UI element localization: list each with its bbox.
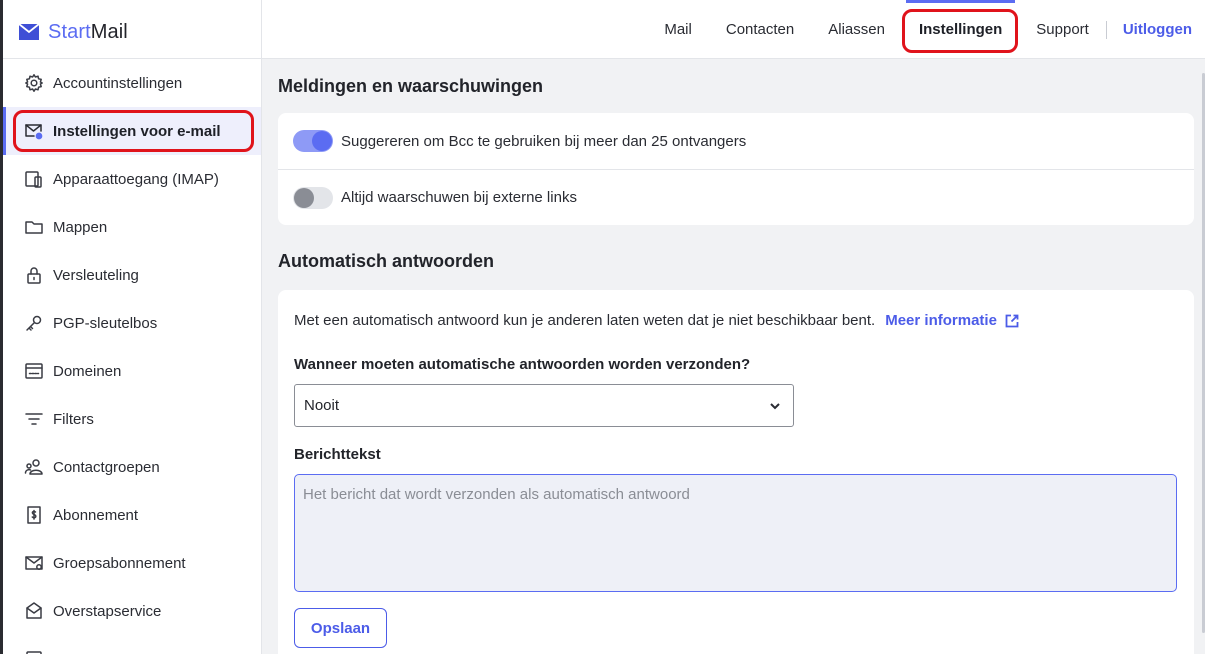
more-info-label: Meer informatie <box>885 312 997 329</box>
external-link-icon <box>1005 314 1019 327</box>
sidebar-item-overstapservice[interactable]: Overstapservice <box>3 587 261 635</box>
sidebar: StartMail Accountinstellingen Instelling… <box>0 0 262 654</box>
sidebar-item-label: Groepsabonnement <box>53 554 186 572</box>
sidebar-item-pgp-sleutelbos[interactable]: PGP-sleutelbos <box>3 299 261 347</box>
save-button[interactable]: Opslaan <box>294 608 387 648</box>
folder-icon <box>23 216 45 238</box>
top-nav: Mail Contacten Aliassen Instellingen Sup… <box>647 0 1205 59</box>
sidebar-item-label: Domeinen <box>53 362 122 380</box>
sidebar-item-label: Apparaattoegang (IMAP) <box>53 170 219 188</box>
contact-groups-icon <box>23 456 45 478</box>
autoreply-when-value: Nooit <box>304 397 340 414</box>
sidebar-item-accountinstellingen[interactable]: Accountinstellingen <box>3 59 261 107</box>
tab-instellingen[interactable]: Instellingen <box>901 0 1019 59</box>
subscription-icon <box>23 504 45 526</box>
notifications-card: Suggereren om Bcc te gebruiken bij meer … <box>278 113 1194 225</box>
logout-link[interactable]: Uitloggen <box>1107 0 1205 59</box>
sidebar-item-groepsabonnement[interactable]: Groepsabonnement <box>3 539 261 587</box>
sidebar-item-label: Mappen <box>53 218 108 236</box>
autoreply-intro-text: Met een automatisch antwoord kun je ande… <box>294 312 876 329</box>
sidebar-item-abonnement[interactable]: Abonnement <box>3 491 261 539</box>
tab-contacten[interactable]: Contacten <box>709 0 811 59</box>
settings-content: Meldingen en waarschuwingen Suggereren o… <box>262 60 1205 654</box>
external-links-toggle[interactable] <box>293 186 333 209</box>
tab-instellingen-label: Instellingen <box>918 21 1003 38</box>
tab-mail[interactable]: Mail <box>647 0 709 59</box>
autoreply-intro: Met een automatisch antwoord kun je ande… <box>294 312 1020 329</box>
message-body-label: Berichttekst <box>294 446 381 463</box>
sidebar-item-mappen[interactable]: Mappen <box>3 203 261 251</box>
more-icon <box>23 648 45 654</box>
external-links-row: Altijd waarschuwen bij externe links <box>278 169 1194 225</box>
filter-icon <box>23 408 45 430</box>
tab-support[interactable]: Support <box>1019 0 1106 59</box>
sidebar-item-label: Overstapservice <box>53 602 162 620</box>
autoreply-card: Met een automatisch antwoord kun je ande… <box>278 290 1194 654</box>
external-links-label: Altijd waarschuwen bij externe links <box>341 189 577 206</box>
domain-icon <box>23 360 45 382</box>
tab-aliassen[interactable]: Aliassen <box>811 0 902 59</box>
mail-settings-icon <box>23 120 45 142</box>
bcc-suggestion-toggle[interactable] <box>293 130 333 152</box>
sidebar-item-label: Abonnement <box>53 506 139 524</box>
top-bar: Mail Contacten Aliassen Instellingen Sup… <box>262 0 1205 59</box>
more-info-link[interactable]: Meer informatie <box>885 312 1020 329</box>
sidebar-item-label: Contactgroepen <box>53 458 160 476</box>
sidebar-item-versleuteling[interactable]: Versleuteling <box>3 251 261 299</box>
key-icon <box>23 312 45 334</box>
transfer-icon <box>23 600 45 622</box>
bcc-suggestion-row: Suggereren om Bcc te gebruiken bij meer … <box>278 113 1194 169</box>
sidebar-item-apparaattoegang[interactable]: Apparaattoegang (IMAP) <box>3 155 261 203</box>
autoreply-when-label: Wanneer moeten automatische antwoorden w… <box>294 356 751 373</box>
devices-icon <box>23 168 45 190</box>
sidebar-item-filters[interactable]: Filters <box>3 395 261 443</box>
sidebar-item-label: PGP-sleutelbos <box>53 314 158 332</box>
sidebar-item-label: Versleuteling <box>53 266 139 284</box>
sidebar-item-label: Instellingen voor e-mail <box>53 122 221 140</box>
startmail-logo[interactable]: StartMail <box>18 19 128 45</box>
lock-icon <box>23 264 45 286</box>
sidebar-item-contactgroepen[interactable]: Contactgroepen <box>3 443 261 491</box>
sidebar-item-instellingen-voor-e-mail[interactable]: Instellingen voor e-mail <box>3 107 261 155</box>
sidebar-item-label: Accountinstellingen <box>53 74 183 92</box>
notifications-title: Meldingen en waarschuwingen <box>278 76 544 96</box>
sidebar-item-more[interactable] <box>3 635 261 654</box>
bcc-suggestion-label: Suggereren om Bcc te gebruiken bij meer … <box>341 132 747 150</box>
logo-text: StartMail <box>48 20 128 43</box>
settings-nav: Accountinstellingen Instellingen voor e-… <box>3 59 261 654</box>
sidebar-item-domeinen[interactable]: Domeinen <box>3 347 261 395</box>
autoreply-title: Automatisch antwoorden <box>278 251 495 271</box>
autoreply-when-select[interactable]: Nooit <box>294 384 794 427</box>
group-subscription-icon <box>23 552 45 574</box>
chevron-down-icon <box>770 403 780 410</box>
envelope-logo-icon <box>18 23 40 40</box>
message-body-textarea[interactable] <box>294 474 1177 592</box>
gear-icon <box>23 72 45 94</box>
sidebar-item-label: Filters <box>53 410 94 428</box>
